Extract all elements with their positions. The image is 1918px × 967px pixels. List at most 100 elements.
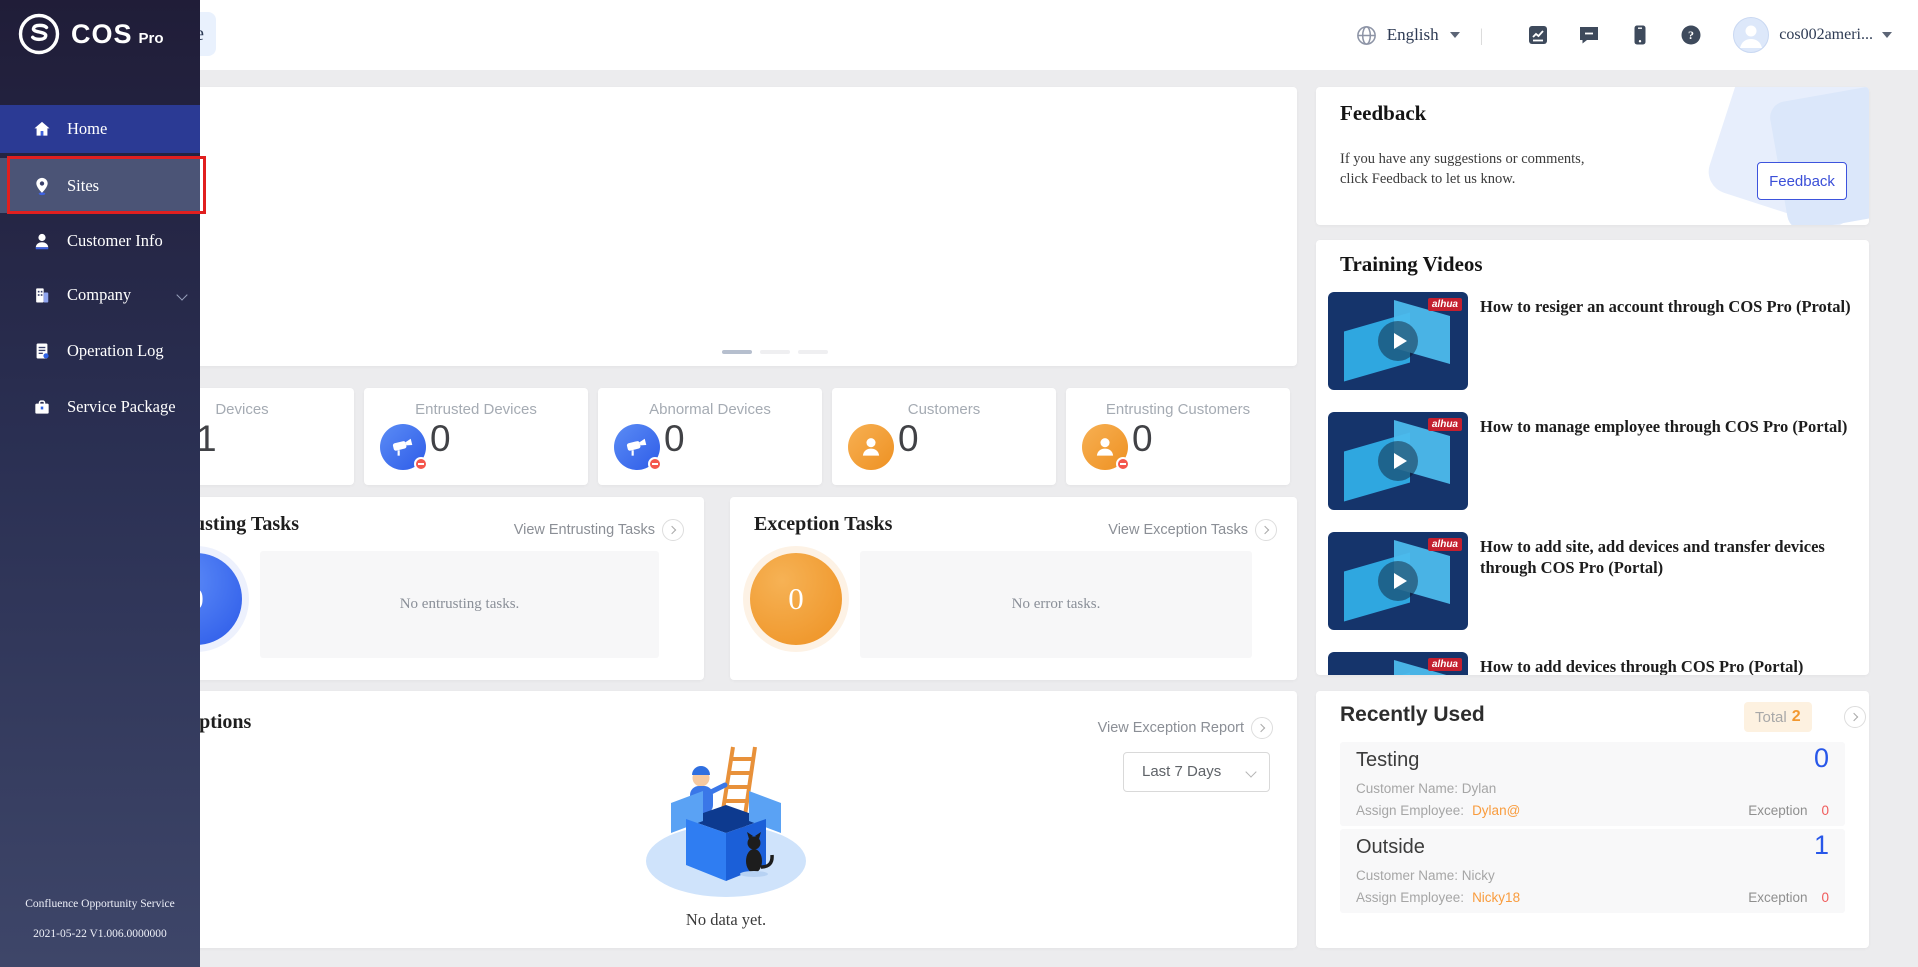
sidebar-item-label: Operation Log [67, 341, 164, 360]
exception-label: Exception [1748, 890, 1808, 905]
mobile-icon[interactable] [1628, 23, 1652, 47]
sidebar-item-company[interactable]: Company [0, 272, 200, 318]
banner-carousel [130, 87, 1297, 366]
no-data-text: No data yet. [685, 910, 767, 929]
video-title[interactable]: How to manage employee through COS Pro (… [1480, 416, 1852, 437]
cos-logo-icon [18, 13, 60, 55]
feedback-panel: Feedback If you have any suggestions or … [1316, 87, 1869, 225]
link-label: View Exception Tasks [1108, 522, 1248, 538]
panel-title: Feedback [1340, 101, 1427, 125]
assign-value[interactable]: Dylan@ [1472, 803, 1520, 818]
stat-card-entrusted-devices[interactable]: Entrusted Devices 0 [364, 388, 588, 485]
chevron-right-icon[interactable] [662, 519, 684, 541]
red-badge-icon [1116, 457, 1130, 471]
recent-site-row[interactable]: Testing 0 Customer Name: Dylan Assign Em… [1340, 742, 1845, 826]
help-icon[interactable]: ? [1679, 23, 1703, 47]
svg-text:?: ? [1688, 28, 1694, 42]
exception-count-circle: 0 [750, 553, 842, 645]
chevron-right-icon[interactable] [1844, 706, 1866, 728]
view-entrusting-tasks-link[interactable]: View Entrusting Tasks [514, 519, 684, 541]
video-thumbnail[interactable]: alhua [1328, 292, 1468, 390]
video-title[interactable]: How to add site, add devices and transfe… [1480, 536, 1852, 578]
red-badge-icon [414, 457, 428, 471]
carousel-dot[interactable] [798, 350, 828, 354]
video-title[interactable]: How to resiger an account through COS Pr… [1480, 296, 1852, 317]
assign-label: Assign Employee: [1356, 890, 1465, 905]
exception-label: Exception [1748, 803, 1808, 818]
site-count: 1 [1813, 830, 1829, 860]
site-name[interactable]: Testing [1356, 749, 1419, 772]
sidebar-item-service-package[interactable]: Service Package [0, 384, 200, 430]
avatar[interactable] [1733, 17, 1770, 53]
video-thumbnail[interactable]: alhua [1328, 532, 1468, 630]
brand-logo: alhua [1427, 418, 1462, 431]
survey-icon[interactable] [1526, 23, 1550, 47]
panel-title: Exception Tasks [754, 513, 893, 535]
brand-logo: alhua [1427, 538, 1462, 551]
sidebar-item-label: Home [67, 119, 108, 138]
stat-card-abnormal-devices[interactable]: Abnormal Devices 0 [598, 388, 822, 485]
brand-logo: alhua [1427, 298, 1462, 311]
person-badge-icon [1082, 424, 1130, 471]
play-icon[interactable] [1378, 561, 1418, 601]
log-icon [30, 341, 54, 361]
training-videos-panel: Training Videos alhua How to resiger an … [1316, 240, 1869, 675]
exceptions-panel: Exceptions View Exception Report Last 7 … [130, 691, 1297, 948]
exception-tasks-panel: Exception Tasks View Exception Tasks 0 N… [730, 497, 1297, 680]
brand-logo: alhua [1427, 658, 1462, 671]
video-thumbnail[interactable]: alhua [1328, 652, 1468, 675]
stat-label: Entrusted Devices [415, 401, 537, 418]
stat-label: Entrusting Customers [1105, 401, 1251, 418]
language-chevron-icon[interactable] [1449, 32, 1460, 38]
assign-value[interactable]: Nicky18 [1472, 890, 1520, 905]
carousel-dot-active[interactable] [722, 350, 752, 354]
site-name[interactable]: Outside [1356, 836, 1425, 859]
video-title[interactable]: How to add devices through COS Pro (Port… [1480, 656, 1852, 675]
sidebar-footer-version: 2021-05-22 V1.006.0000000 [33, 928, 167, 940]
username[interactable]: cos002ameri... [1779, 26, 1873, 44]
sidebar-item-customer-info[interactable]: Customer Info [0, 218, 200, 264]
recent-site-row[interactable]: Outside 1 Customer Name: Nicky Assign Em… [1340, 829, 1845, 913]
header-right-cluster: English | ? cos002ameri... [1355, 0, 1892, 70]
stat-value: 0 [664, 418, 685, 459]
exception-value: 0 [1821, 890, 1829, 905]
red-badge-icon [648, 457, 662, 471]
play-icon[interactable] [1378, 441, 1418, 481]
chat-icon[interactable] [1577, 23, 1601, 47]
sidebar-item-home[interactable]: Home [0, 105, 200, 153]
globe-icon[interactable] [1355, 24, 1378, 47]
play-icon[interactable] [1378, 321, 1418, 361]
language-selector[interactable]: English [1387, 25, 1439, 45]
chevron-down-icon [1245, 766, 1257, 778]
stat-value: 0 [430, 418, 451, 459]
total-value: 2 [1791, 708, 1801, 725]
sidebar-item-operation-log[interactable]: Operation Log [0, 328, 200, 374]
stat-value: 0 [1132, 418, 1153, 459]
panel-title: Training Videos [1340, 252, 1483, 276]
assign-employee: Assign Employee: Dylan@ [1356, 803, 1520, 818]
view-exception-report-link[interactable]: View Exception Report [1098, 717, 1273, 739]
chevron-right-icon[interactable] [1255, 519, 1277, 541]
feedback-button[interactable]: Feedback [1757, 162, 1847, 200]
empty-state: No entrusting tasks. [260, 551, 659, 658]
selected-range: Last 7 Days [1142, 763, 1222, 780]
package-icon [30, 397, 54, 417]
stat-card-customers[interactable]: Customers 0 [832, 388, 1056, 485]
view-exception-tasks-link[interactable]: View Exception Tasks [1108, 519, 1277, 541]
link-label: View Exception Report [1097, 720, 1244, 736]
total-label: Total [1755, 708, 1787, 726]
sidebar-item-label: Customer Info [67, 231, 163, 250]
total-badge: Total 2 [1744, 702, 1812, 732]
site-count: 0 [1813, 743, 1829, 773]
stat-label: Abnormal Devices [649, 401, 771, 418]
stat-card-entrusting-customers[interactable]: Entrusting Customers 0 [1066, 388, 1290, 485]
chevron-right-icon[interactable] [1251, 717, 1273, 739]
carousel-dot[interactable] [760, 350, 790, 354]
logo-suffix: Pro [138, 29, 164, 47]
assign-employee: Assign Employee: Nicky18 [1356, 890, 1520, 905]
user-menu-chevron-icon[interactable] [1882, 32, 1892, 38]
date-range-select[interactable]: Last 7 Days [1123, 752, 1270, 792]
video-thumbnail[interactable]: alhua [1328, 412, 1468, 510]
chevron-down-icon [176, 289, 188, 301]
sidebar: COS Pro Home Sites Customer Info Company… [0, 0, 200, 967]
